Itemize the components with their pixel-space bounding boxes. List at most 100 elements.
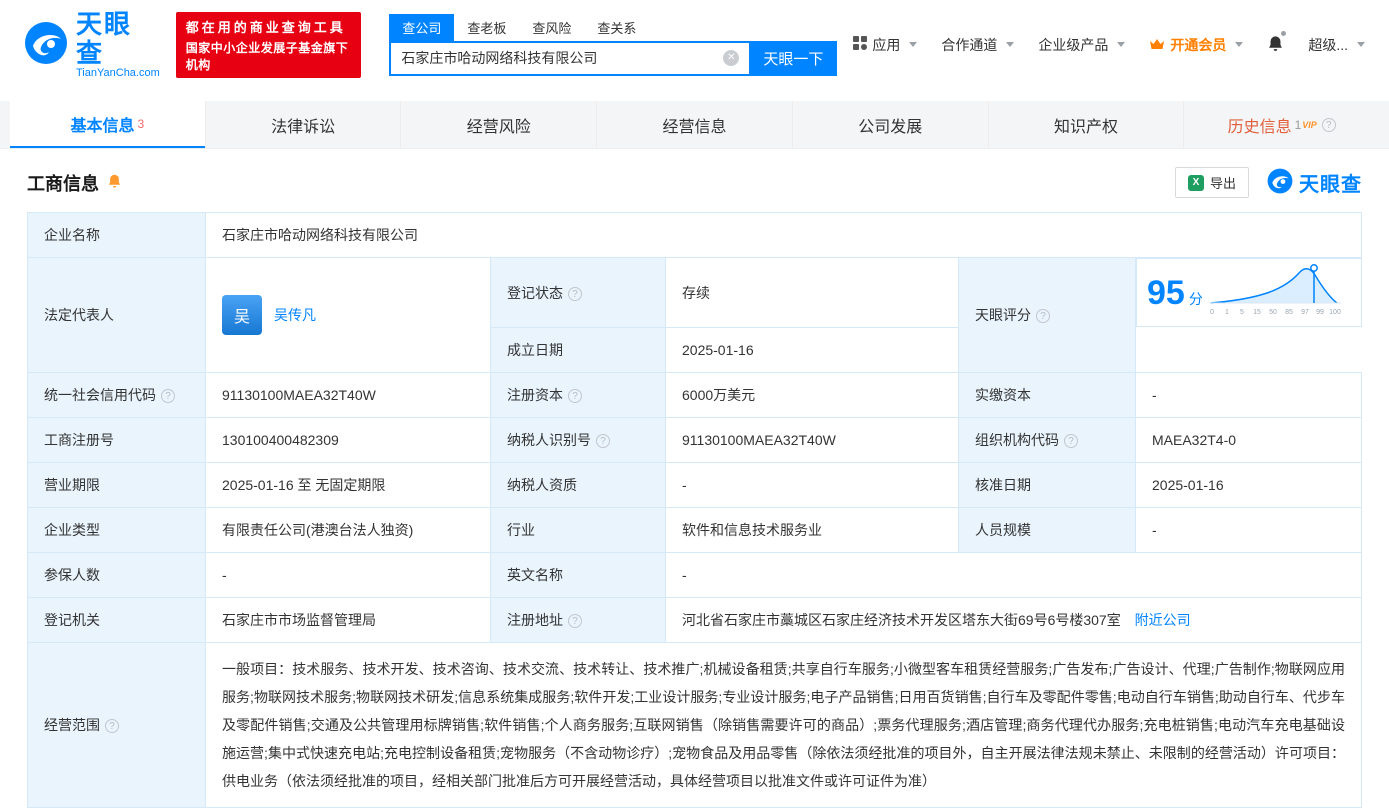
reg-authority-value: 石家庄市市场监督管理局 <box>205 596 491 643</box>
english-name-value: - <box>665 551 1362 598</box>
search-tab-relation[interactable]: 查关系 <box>584 14 649 41</box>
top-navigation: 应用 合作通道 企业级产品 开通会员 超级... <box>853 30 1365 56</box>
industry-label: 行业 <box>490 506 666 553</box>
svg-text:99: 99 <box>1316 309 1324 316</box>
table-row: 登记机关 石家庄市市场监督管理局 注册地址 河北省石家庄市藁城区石家庄经济技术开… <box>27 596 1362 643</box>
tab-history-info[interactable]: 历史信息 1 VIP <box>1183 101 1379 149</box>
reg-address-help-icon[interactable] <box>568 613 582 628</box>
svg-text:15: 15 <box>1253 309 1261 316</box>
tab-basic-info-badge: 3 <box>137 116 145 131</box>
nav-apps[interactable]: 应用 <box>853 35 917 55</box>
subscribe-bell-icon[interactable] <box>107 173 122 192</box>
crown-icon <box>1149 37 1165 53</box>
top-header: 天眼查 TianYanCha.com 都在用的商业查询工具 国家中小企业发展子基… <box>0 0 1389 88</box>
business-scope-value: 一般项目：技术服务、技术开发、技术咨询、技术交流、技术转让、技术推广;机械设备租… <box>205 641 1362 808</box>
apps-grid-icon <box>853 36 868 53</box>
reg-capital-value: 6000万美元 <box>665 371 959 418</box>
promo-line1: 都在用的商业查询工具 <box>185 19 346 35</box>
legal-rep-label: 法定代表人 <box>27 257 206 373</box>
reg-authority-label: 登记机关 <box>27 596 206 643</box>
nav-user-account[interactable]: 超级... <box>1308 35 1365 55</box>
reg-number-value: 130100400482309 <box>205 416 491 463</box>
svg-text:1: 1 <box>1225 309 1229 316</box>
reg-address-cell: 河北省石家庄市藁城区石家庄经济技术开发区塔东大街69号6号楼307室 附近公司 <box>665 596 1362 643</box>
search-tabs: 查公司 查老板 查风险 查关系 <box>389 13 837 41</box>
reg-status-help-icon[interactable] <box>568 286 582 301</box>
section-title: 工商信息 <box>27 173 99 194</box>
main-content: 工商信息 导出 天眼查 <box>0 149 1389 808</box>
nav-user-label: 超级... <box>1308 36 1348 53</box>
nav-membership-label: 开通会员 <box>1170 36 1227 53</box>
tianyancha-logo[interactable]: 天眼查 TianYanCha.com <box>24 10 160 79</box>
staff-size-label: 人员规模 <box>958 506 1136 553</box>
score-cell: 95 分 0 1 5 15 50 85 97 99 100 <box>1136 258 1362 328</box>
nav-enterprise-label: 企业级产品 <box>1038 36 1109 53</box>
nav-open-membership[interactable]: 开通会员 <box>1149 35 1243 55</box>
watermark-logo-icon <box>1267 168 1293 197</box>
tianyancha-logo-icon <box>24 21 68 68</box>
table-row: 工商注册号 130100400482309 纳税人识别号 91130100MAE… <box>27 416 1362 463</box>
nav-cooperation[interactable]: 合作通道 <box>941 35 1014 55</box>
est-date-label: 成立日期 <box>490 326 666 373</box>
insured-label: 参保人数 <box>27 551 206 598</box>
tab-basic-info-label: 基本信息 <box>70 117 135 135</box>
svg-text:85: 85 <box>1285 309 1293 316</box>
taxpayer-quality-value: - <box>665 461 959 508</box>
tab-company-development[interactable]: 公司发展 <box>791 101 988 149</box>
svg-text:0: 0 <box>1210 309 1214 316</box>
legal-rep-link[interactable]: 吴传凡 <box>274 305 316 325</box>
org-code-help-icon[interactable] <box>1064 433 1078 448</box>
business-scope-help-icon[interactable] <box>105 718 119 733</box>
taxpayer-id-label-cell: 纳税人识别号 <box>490 416 666 463</box>
watermark-text: 天眼查 <box>1299 174 1362 197</box>
search-tab-boss[interactable]: 查老板 <box>454 14 519 41</box>
svg-text:97: 97 <box>1301 309 1309 316</box>
search-block: 查公司 查老板 查风险 查关系 天眼一下 <box>389 13 838 76</box>
tab-legal-litigation[interactable]: 法律诉讼 <box>204 101 401 149</box>
search-input[interactable] <box>389 40 750 76</box>
search-button[interactable]: 天眼一下 <box>749 40 838 76</box>
company-type-label: 企业类型 <box>27 506 206 553</box>
uscc-help-icon[interactable] <box>161 388 175 403</box>
table-row: 参保人数 - 英文名称 - <box>27 551 1362 598</box>
clear-search-icon[interactable] <box>723 50 740 67</box>
taxpayer-id-help-icon[interactable] <box>596 433 610 448</box>
export-button[interactable]: 导出 <box>1174 167 1249 199</box>
brand-name: 天眼查 <box>76 9 133 68</box>
search-tab-company[interactable]: 查公司 <box>389 13 455 41</box>
score-help-icon[interactable] <box>1036 309 1050 324</box>
business-term-value: 2025-01-16 至 无固定期限 <box>205 461 491 508</box>
tab-intellectual-property[interactable]: 知识产权 <box>987 101 1184 149</box>
reg-address-value: 河北省石家庄市藁城区石家庄经济技术开发区塔东大街69号6号楼307室 <box>682 611 1121 628</box>
nearby-companies-link[interactable]: 附近公司 <box>1135 612 1191 628</box>
taxpayer-quality-label: 纳税人资质 <box>490 461 666 508</box>
brand-domain: TianYanCha.com <box>76 67 160 80</box>
tianyancha-watermark: 天眼查 <box>1267 168 1362 197</box>
history-help-icon[interactable] <box>1321 117 1336 132</box>
taxpayer-id-value: 91130100MAEA32T40W <box>665 416 959 463</box>
table-row: 企业类型 有限责任公司(港澳台法人独资) 行业 软件和信息技术服务业 人员规模 … <box>27 506 1362 553</box>
company-type-value: 有限责任公司(港澳台法人独资) <box>205 506 491 553</box>
approval-date-label: 核准日期 <box>958 461 1136 508</box>
tab-history-badge: 1 <box>1294 117 1302 132</box>
company-tab-bar: 基本信息 3 法律诉讼 经营风险 经营信息 公司发展 知识产权 历史信息 1 V… <box>0 101 1389 150</box>
nav-apps-label: 应用 <box>872 36 901 53</box>
notification-bell-icon[interactable] <box>1267 30 1287 56</box>
svg-text:5: 5 <box>1240 309 1244 316</box>
search-tab-risk[interactable]: 查风险 <box>519 14 584 41</box>
english-name-label: 英文名称 <box>490 551 666 598</box>
staff-size-value: - <box>1135 506 1362 553</box>
nav-enterprise-products[interactable]: 企业级产品 <box>1038 35 1125 55</box>
table-row: 经营范围 一般项目：技术服务、技术开发、技术咨询、技术交流、技术转让、技术推广;… <box>27 641 1362 808</box>
industry-value: 软件和信息技术服务业 <box>665 506 959 553</box>
tab-basic-info[interactable]: 基本信息 3 <box>10 101 205 149</box>
legal-rep-avatar[interactable]: 吴 <box>222 295 262 336</box>
reg-capital-help-icon[interactable] <box>568 388 582 403</box>
paid-capital-value: - <box>1135 371 1362 418</box>
tab-operation-info[interactable]: 经营信息 <box>596 101 792 149</box>
company-name-value: 石家庄市哈动网络科技有限公司 <box>205 212 1362 259</box>
paid-capital-label: 实缴资本 <box>958 371 1136 418</box>
org-code-label-cell: 组织机构代码 <box>958 416 1136 463</box>
excel-icon <box>1187 174 1204 191</box>
tab-operation-risk[interactable]: 经营风险 <box>400 101 596 149</box>
